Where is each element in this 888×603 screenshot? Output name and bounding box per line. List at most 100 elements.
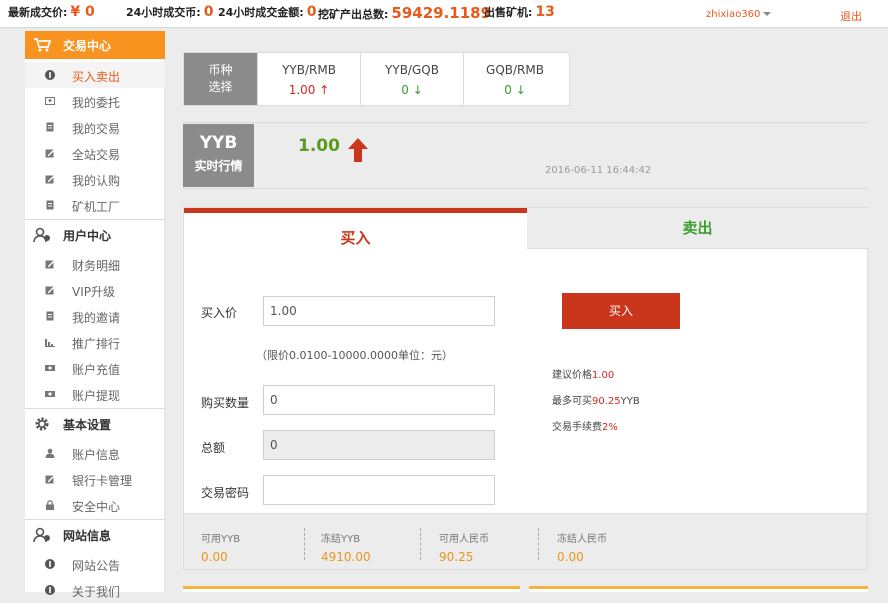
quote-timestamp: 2016-06-11 16:44:42 [545,165,652,176]
divider [25,219,165,220]
tab-buy[interactable]: 买入 [184,208,527,249]
sidebar-section-title: 交易中心 [63,39,112,53]
currency-pair-value: 0 ↓ [361,83,463,97]
arrow-up-icon: ↑ [315,83,330,97]
divider [25,519,165,520]
amount-24h-stat: 24小时成交金额: 0 [218,4,316,20]
sidebar-item-account-info[interactable]: 账户信息 [25,440,165,466]
arrow-up-icon [348,138,368,162]
sidebar-item-label: 买入卖出 [72,70,121,84]
sidebar-item-account-withdraw[interactable]: 账户提现 [25,381,165,407]
sidebar-item-my-trades[interactable]: 我的交易 [25,114,165,140]
circle-info-icon [45,559,55,569]
sidebar-item-label: 我的邀请 [72,311,121,325]
quote-subtitle: 实时行情 [194,159,243,173]
bar-chart-icon [45,339,55,347]
sidebar-section-user-center[interactable]: 用户中心 [25,221,165,249]
price-input[interactable]: 1.00 [263,296,495,326]
users-icon [33,527,50,543]
sidebar-item-announcements[interactable]: 网站公告 [25,551,165,577]
sidebar-item-label: 我的认购 [72,174,121,188]
sidebar-item-account-recharge[interactable]: 账户充值 [25,355,165,381]
sidebar-item-label: 推广排行 [72,337,121,351]
sidebar-item-miner-factory[interactable]: 矿机工厂 [25,192,165,218]
sidebar-item-bank-cards[interactable]: 银行卡管理 [25,466,165,492]
sidebar-item-label: 账户信息 [72,448,121,462]
users-icon [33,227,50,243]
top-stats-bar: 最新成交价: ¥ 0 24小时成交币: 0 24小时成交金额: 0 挖矿产出总数: 59… [0,0,888,28]
currency-pair-name: YYB/GQB [385,63,439,77]
realtime-quote: YYB 实时行情 1.00 2016-06-11 16:44:42 [183,124,868,188]
quote-coin-box: YYB 实时行情 [183,124,254,187]
trade-fee-value: 2% [602,422,618,433]
coins-24h-value: 0 [203,4,214,20]
sidebar-item-security-center[interactable]: 安全中心 [25,492,165,518]
user-icon [45,448,55,458]
logout-link[interactable]: 退出 [840,8,862,24]
sidebar-item-label: 我的交易 [72,122,121,136]
lock-icon [46,500,54,510]
sidebar-item-label: 我的委托 [72,96,121,110]
sidebar-item-vip-upgrade[interactable]: VIP升级 [25,277,165,303]
sidebar-section-trade-center[interactable]: 交易中心 [25,31,165,59]
suggested-price: 建议价格1.00 [552,366,614,381]
pair-price: 0 [401,83,409,97]
buy-button[interactable]: 买入 [562,293,680,329]
sidebar-item-buy-sell[interactable]: 买入卖出 [25,62,165,88]
gear-icon [35,417,49,431]
circle-info-icon [45,70,55,80]
username: zhixiao360 [706,9,761,20]
quote-price: 1.00 [298,136,340,156]
user-menu[interactable]: zhixiao360 [706,9,772,20]
amount-24h-value: 0 [306,4,317,20]
currency-tab-yyb-gqb[interactable]: YYB/GQB 0 ↓ [360,53,463,105]
sidebar-item-my-orders[interactable]: 我的委托 [25,88,165,114]
quote-coin: YYB [199,133,238,153]
sidebar-item-label: 网站公告 [72,559,121,573]
sidebar-item-about-us[interactable]: 关于我们 [25,577,165,603]
quantity-input[interactable]: 0 [263,385,495,415]
machines-sold-label: 出售矿机: [484,6,533,19]
suggested-price-value: 1.00 [592,370,615,381]
sidebar-item-label: 矿机工厂 [72,200,121,214]
document-icon [46,122,54,132]
pair-price: 1.00 [288,83,316,97]
sidebar-item-my-invitations[interactable]: 我的邀请 [25,303,165,329]
chevron-down-icon [763,12,772,16]
quantity-label: 购买数量 [201,396,250,410]
sidebar-item-label: 银行卡管理 [72,474,133,488]
trade-password-input[interactable] [263,475,495,505]
currency-selector-label: 币种选择 [184,53,257,105]
divider [183,188,868,189]
sidebar-item-label: 财务明细 [72,259,121,273]
currency-tab-yyb-rmb[interactable]: YYB/RMB 1.00 ↑ [257,53,360,105]
sidebar-item-my-subscriptions[interactable]: 我的认购 [25,166,165,192]
sidebar-item-financial-details[interactable]: 财务明细 [25,251,165,277]
edit-icon [45,149,54,158]
currency-pair-value: 0 ↓ [464,83,566,97]
tab-sell[interactable]: 卖出 [527,208,868,249]
divider [25,408,165,409]
total-field: 0 [263,430,495,460]
currency-tab-gqb-rmb[interactable]: GQB/RMB 0 ↓ [463,53,566,105]
sidebar-section-title: 基本设置 [63,418,112,432]
balance-frozen-rmb: 冻结人民币 0.00 [557,530,607,564]
currency-pair-name: GQB/RMB [486,63,544,77]
sidebar-item-all-trades[interactable]: 全站交易 [25,140,165,166]
sidebar-item-label: 安全中心 [72,500,121,514]
sidebar-section-basic-settings[interactable]: 基本设置 [25,410,165,438]
divider [538,528,539,560]
mined-total-label: 挖矿产出总数: [318,8,389,21]
price-hint: （限价0.0100-10000.0000单位：元） [256,349,453,362]
balance-value: 0.00 [201,550,228,564]
edit-icon [45,475,54,484]
mined-total-value: 59429.1189 [391,4,492,22]
sidebar-item-promotion-ranking[interactable]: 推广排行 [25,329,165,355]
edit-icon [45,175,54,184]
trade-fee-label: 交易手续费 [552,422,602,433]
tab-buy-label: 买入 [340,229,371,247]
pair-price: 0 [504,83,512,97]
sidebar-section-site-info[interactable]: 网站信息 [25,521,165,549]
balance-label: 冻结人民币 [557,534,607,545]
machines-sold-stat: 出售矿机: 13 [484,4,555,20]
